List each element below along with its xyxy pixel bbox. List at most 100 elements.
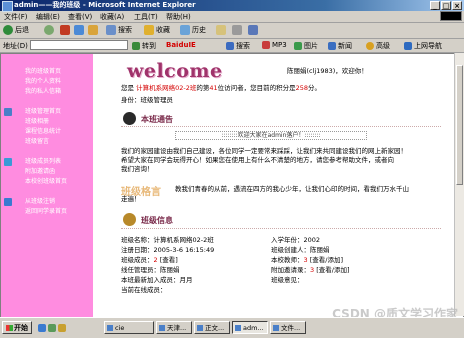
nav-member-list[interactable]: 班级成员列表 — [25, 158, 61, 166]
info-recent-join: 本班最新加入成员：月月 — [121, 276, 193, 284]
nav-course-stats[interactable]: 课程信息统计 — [25, 128, 61, 136]
forward-arrow-icon — [44, 25, 54, 35]
menu-help[interactable]: 帮助(H) — [166, 12, 191, 22]
nav-logout[interactable]: 从班级注销 — [25, 198, 55, 206]
back-arrow-icon — [3, 25, 13, 35]
manage-icon — [4, 108, 12, 116]
refresh-icon — [74, 25, 84, 35]
star-icon — [144, 25, 154, 35]
start-button[interactable]: 开始 — [2, 321, 32, 334]
address-bar: 地址(D) 转到 BaiduIE 搜索 MP3 图片 新闻 高级 上网导航 — [0, 39, 464, 53]
points-value: 258 — [295, 84, 309, 92]
nav-class-admin-home[interactable]: 班级管理首页 — [25, 108, 61, 116]
slogan-text-2: 走遍！ — [121, 195, 141, 203]
visit-count: 41 — [209, 84, 218, 92]
history-button[interactable]: 历史 — [180, 25, 206, 35]
close-button[interactable]: × — [452, 1, 462, 10]
scrollbar-thumb[interactable] — [456, 65, 463, 185]
vertical-scrollbar[interactable] — [454, 53, 464, 316]
divider — [121, 126, 441, 127]
nav-my-class-home[interactable]: 我的班级首页 — [25, 68, 61, 76]
web-page: 我的班级首页 我的个人资料 我的私人信箱 班级管理首页 班级相册 课程信息统计 … — [0, 53, 464, 318]
menu-bar: 文件(F) 编辑(E) 查看(V) 收藏(A) 工具(T) 帮助(H) — [0, 11, 464, 23]
task-file[interactable]: 文件... — [270, 321, 306, 334]
menu-tools[interactable]: 工具(T) — [134, 12, 158, 22]
link-images[interactable]: 图片 — [294, 41, 318, 51]
forward-button[interactable] — [44, 25, 54, 35]
print-button[interactable] — [232, 25, 242, 35]
nav-my-profile[interactable]: 我的个人资料 — [25, 78, 61, 86]
baidu-toolbar[interactable]: BaiduIE — [166, 41, 196, 49]
menu-view[interactable]: 查看(V) — [68, 12, 92, 22]
menu-edit[interactable]: 编辑(E) — [36, 12, 60, 22]
taskbar: 开始 cie 天津... 正文... adm... 文件... — [0, 317, 464, 338]
info-entry-year: 入学年份：2002 — [271, 236, 321, 244]
main-content: welcome 陈丽娟(clj1983)，欢迎你！ 您是 计算机系网络02-2班… — [101, 54, 451, 317]
notice-text-2: 希望大家在同学会玩得开心！如果您在使用上有什么不清楚的地方，请您参考帮助文件，或… — [121, 156, 394, 164]
nav-school-class-home[interactable]: 本校创班级首页 — [25, 178, 67, 186]
menu-file[interactable]: 文件(F) — [4, 12, 28, 22]
navigation-icon — [404, 42, 412, 50]
task-tianjin[interactable]: 天津... — [156, 321, 192, 334]
link-mp3[interactable]: MP3 — [262, 41, 287, 49]
link-search[interactable]: 搜索 — [226, 41, 250, 51]
desktop-icon[interactable] — [48, 324, 56, 332]
title-bar: admin——我的班级 - Microsoft Internet Explore… — [0, 0, 464, 12]
info-teachers: 本校教师：3 [查看/添加] — [271, 256, 343, 264]
nav-return-home[interactable]: 返回同学录首页 — [25, 208, 67, 216]
nav-class-guestbook[interactable]: 班级留言 — [25, 138, 49, 146]
nav-invitations[interactable]: 附加邀请函 — [25, 168, 55, 176]
task-cie[interactable]: cie — [104, 321, 154, 334]
folder-icon[interactable] — [58, 324, 66, 332]
notice-marquee: ::::::::欢迎大家在admin落户！:::::::: — [175, 131, 367, 140]
home-icon — [88, 25, 98, 35]
identity-text: 身份：班级管理员 — [121, 96, 173, 104]
teachers-view-add-link[interactable]: [查看/添加] — [310, 256, 343, 264]
go-arrow-icon — [132, 42, 140, 50]
divider — [121, 228, 441, 229]
mail-button[interactable] — [216, 25, 226, 35]
link-news[interactable]: 新闻 — [328, 41, 352, 51]
nav-class-album[interactable]: 班级相册 — [25, 118, 49, 126]
info-creator: 班级创建人：陈丽娟 — [271, 246, 330, 254]
search-button[interactable]: 搜索 — [106, 25, 132, 35]
minimize-button[interactable]: _ — [430, 1, 440, 10]
class-name-link[interactable]: 计算机系网络02-2班 — [136, 84, 196, 92]
members-view-link[interactable]: [查看] — [160, 256, 178, 264]
task-admin[interactable]: adm... — [232, 321, 268, 334]
print-icon — [232, 25, 242, 35]
edit-button[interactable] — [248, 25, 258, 35]
back-button[interactable]: 后退 — [3, 25, 29, 35]
user-greeting: 陈丽娟(clj1983)，欢迎你！ — [287, 67, 368, 75]
welcome-heading: welcome — [127, 60, 223, 82]
maximize-button[interactable]: □ — [441, 1, 451, 10]
ie-icon[interactable] — [38, 324, 46, 332]
info-opinion: 班级意见： — [271, 276, 304, 284]
music-icon — [262, 41, 270, 49]
task-doc[interactable]: 正文... — [194, 321, 230, 334]
edit-icon — [248, 25, 258, 35]
search-icon — [226, 42, 234, 50]
go-button[interactable]: 转到 — [132, 41, 156, 51]
menu-favorites[interactable]: 收藏(A) — [100, 12, 124, 22]
home-button[interactable] — [88, 25, 98, 35]
nav-my-mailbox[interactable]: 我的私人信箱 — [25, 88, 61, 96]
invites-view-add-link[interactable]: [查看/添加] — [316, 266, 349, 274]
visitor-line: 您是 计算机系网络02-2班的第41位访问者，您目前的积分是258分。 — [121, 84, 322, 92]
address-input[interactable] — [30, 40, 128, 50]
slogan-text-1: 教我们青春的从前，遇流在四方的我心少年，让我们心印的时间，看我们万水千山 — [175, 185, 409, 193]
notice-title: 本班通告 — [141, 115, 173, 124]
quicklaunch — [38, 324, 66, 332]
info-online-admin: 线任管理员：陈丽娟 — [121, 266, 180, 274]
stop-icon — [60, 25, 70, 35]
refresh-button[interactable] — [74, 25, 84, 35]
info-members: 班级成员：2 [查看] — [121, 256, 178, 264]
advanced-icon — [366, 42, 374, 50]
image-icon — [294, 42, 302, 50]
stop-button[interactable] — [60, 25, 70, 35]
favorites-button[interactable]: 收藏 — [144, 25, 170, 35]
link-navigation[interactable]: 上网导航 — [404, 41, 442, 51]
link-advanced[interactable]: 高级 — [366, 41, 390, 51]
left-navigation: 我的班级首页 我的个人资料 我的私人信箱 班级管理首页 班级相册 课程信息统计 … — [1, 54, 93, 317]
info-invites: 附加邀请录：3 [查看/添加] — [271, 266, 350, 274]
